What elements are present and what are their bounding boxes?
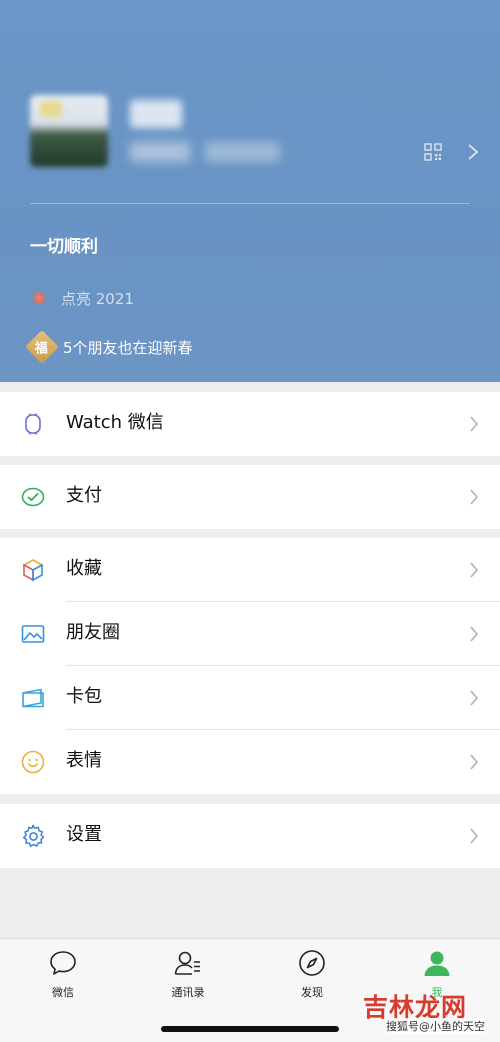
menu-item-watch[interactable]: Watch 微信 bbox=[0, 392, 500, 456]
watch-icon bbox=[25, 413, 41, 435]
fu-badge-icon: 福 bbox=[25, 330, 59, 364]
tab-label-contacts: 通讯录 bbox=[171, 986, 205, 999]
menu-label-moments: 朋友圈 bbox=[66, 622, 120, 643]
menu-label-favorites: 收藏 bbox=[66, 558, 102, 579]
image-icon bbox=[21, 625, 45, 643]
chevron-right-icon bbox=[470, 690, 479, 706]
home-indicator[interactable] bbox=[161, 1026, 339, 1032]
contacts-icon bbox=[174, 951, 200, 975]
menu-label-pay: 支付 bbox=[66, 485, 102, 506]
menu-group-pay: 支付 bbox=[0, 465, 500, 529]
card-icon bbox=[22, 688, 44, 708]
chevron-right-icon bbox=[470, 489, 479, 505]
menu-label-watch: Watch 微信 bbox=[66, 412, 164, 433]
friends-new-year-text: 5个朋友也在迎新春 bbox=[63, 338, 193, 357]
tab-label-discover: 发现 bbox=[301, 986, 323, 999]
menu-item-settings[interactable]: 设置 bbox=[0, 804, 500, 868]
chat-icon bbox=[50, 951, 76, 975]
new-year-friends-row[interactable]: 福 5个朋友也在迎新春 bbox=[25, 330, 193, 364]
chevron-right-icon bbox=[470, 754, 479, 770]
light-up-row[interactable]: 点亮 2021 bbox=[33, 288, 134, 308]
wechat-id-blurred bbox=[130, 142, 280, 162]
status-text[interactable]: 一切顺利 bbox=[30, 232, 98, 257]
watermark-source: 搜狐号@小鱼的天空 bbox=[386, 1018, 485, 1034]
header-divider bbox=[30, 203, 470, 204]
menu-group-main: 收藏 朋友圈 卡包 表情 bbox=[0, 538, 500, 794]
nickname-blurred[interactable] bbox=[130, 100, 182, 128]
wallet-icon bbox=[21, 487, 45, 507]
menu-item-cards[interactable]: 卡包 bbox=[0, 666, 500, 730]
profile-header: 一切顺利 点亮 2021 福 5个朋友也在迎新春 bbox=[0, 0, 500, 382]
tab-discover[interactable]: 发现 bbox=[272, 949, 352, 1009]
chevron-right-icon bbox=[470, 626, 479, 642]
menu-label-stickers: 表情 bbox=[66, 750, 102, 771]
chevron-right-icon[interactable] bbox=[467, 143, 479, 161]
avatar[interactable] bbox=[30, 95, 108, 167]
light-dot-icon bbox=[33, 292, 45, 304]
menu-item-pay[interactable]: 支付 bbox=[0, 465, 500, 529]
chevron-right-icon bbox=[470, 562, 479, 578]
menu-group-watch: Watch 微信 bbox=[0, 392, 500, 456]
tab-label-chats: 微信 bbox=[52, 986, 74, 999]
light-up-label: 点亮 2021 bbox=[61, 289, 134, 308]
menu-group-settings: 设置 bbox=[0, 804, 500, 868]
tab-chats[interactable]: 微信 bbox=[23, 949, 103, 1009]
menu-label-settings: 设置 bbox=[66, 824, 102, 845]
gear-icon bbox=[22, 824, 45, 847]
cube-icon bbox=[22, 559, 44, 582]
tab-contacts[interactable]: 通讯录 bbox=[148, 949, 228, 1009]
menu-item-stickers[interactable]: 表情 bbox=[0, 730, 500, 794]
chevron-right-icon bbox=[470, 416, 479, 432]
smile-icon bbox=[21, 750, 45, 774]
chevron-right-icon bbox=[470, 828, 479, 844]
qr-code-icon[interactable] bbox=[424, 143, 442, 161]
menu-item-moments[interactable]: 朋友圈 bbox=[0, 602, 500, 666]
menu-item-favorites[interactable]: 收藏 bbox=[0, 538, 500, 602]
compass-icon bbox=[299, 950, 325, 976]
person-icon bbox=[424, 951, 450, 976]
menu-label-cards: 卡包 bbox=[66, 686, 102, 707]
